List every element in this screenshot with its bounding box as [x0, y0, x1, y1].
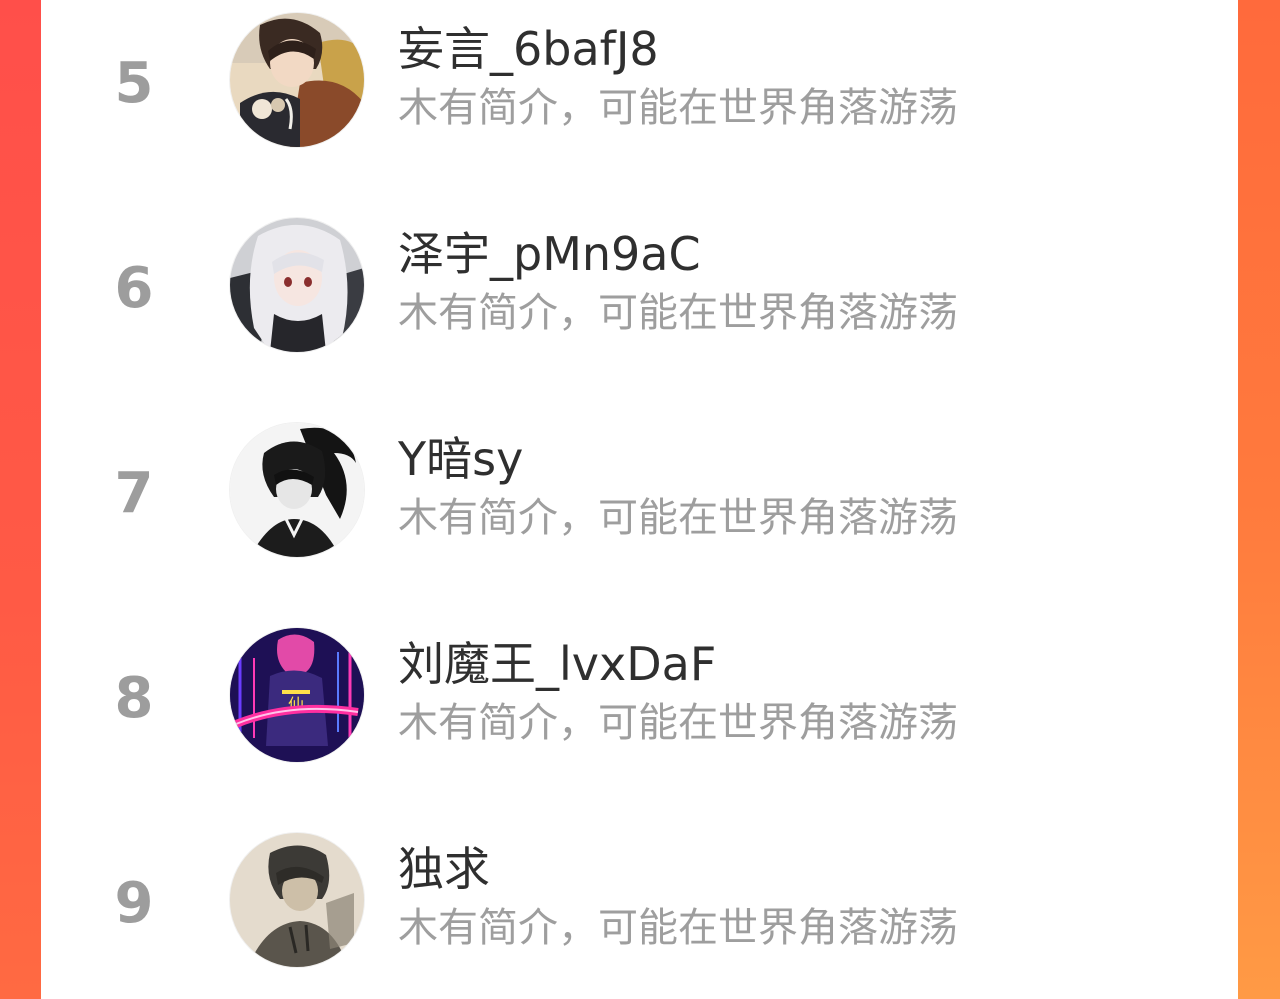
- monochrome-ponytail-avatar-icon[interactable]: [230, 423, 364, 557]
- rank-number: 8: [114, 666, 154, 731]
- rank-number: 9: [114, 871, 154, 936]
- right-background-edge: [1238, 0, 1280, 999]
- rank-number: 5: [114, 51, 154, 116]
- user-name: 刘魔王_lvxDaF: [398, 637, 717, 691]
- anime-boy-avatar-icon[interactable]: [230, 13, 364, 147]
- sketch-portrait-avatar-icon[interactable]: [230, 833, 364, 967]
- rank-number: 6: [114, 256, 154, 321]
- ranking-row-6[interactable]: 6 泽宇_pMn9aC 木有简介，可能在世界角落游荡: [41, 205, 1238, 365]
- rank-number: 7: [114, 461, 154, 526]
- user-name: 独求: [398, 842, 490, 896]
- user-name: 泽宇_pMn9aC: [398, 227, 701, 281]
- ranking-row-5[interactable]: 5 妄言_6bafJ8 木有简介，可能在世界角落游荡: [41, 0, 1238, 160]
- ranking-row-7[interactable]: 7 Y暗sy 木有简介，可能在世界角落游荡: [41, 410, 1238, 570]
- user-bio: 木有简介，可能在世界角落游荡: [398, 290, 958, 336]
- ranking-row-8[interactable]: 8 仙 刘魔王_lvxDaF 木有简介，可能在世界角落游荡: [41, 615, 1238, 775]
- ranking-row-9[interactable]: 9 独求 木有简介，可能在世界角落游荡: [41, 820, 1238, 980]
- user-name: 妄言_6bafJ8: [398, 22, 659, 76]
- user-bio: 木有简介，可能在世界角落游荡: [398, 700, 958, 746]
- user-bio: 木有简介，可能在世界角落游荡: [398, 85, 958, 131]
- ranking-panel: 5 妄言_6bafJ8 木有简介，可能在世界角落游荡 6 泽宇_pMn9aC 木…: [41, 0, 1238, 999]
- user-bio: 木有简介，可能在世界角落游荡: [398, 495, 958, 541]
- neon-cyber-avatar-icon[interactable]: 仙: [230, 628, 364, 762]
- user-bio: 木有简介，可能在世界角落游荡: [398, 905, 958, 951]
- anime-girl-silver-hair-avatar-icon[interactable]: [230, 218, 364, 352]
- user-name: Y暗sy: [398, 432, 524, 486]
- left-background-edge: [0, 0, 41, 999]
